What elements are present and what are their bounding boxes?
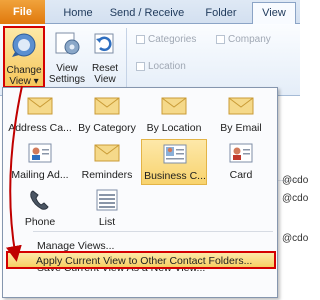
categories-label: Categories (148, 34, 197, 45)
view-phone[interactable]: Phone (7, 186, 73, 232)
reset-view-icon (94, 33, 114, 54)
view-settings-label-1: View (56, 63, 78, 74)
view-label: Address Ca... (8, 122, 72, 134)
view-address-cards[interactable]: Address Ca... (7, 92, 73, 138)
location-checkbox-icon (136, 62, 145, 71)
change-view-icon (12, 33, 36, 57)
ribbon-tab-bar: File Home Send / Receive Folder View (0, 0, 300, 24)
menu-separator (33, 231, 273, 232)
reset-view-label-2: View (94, 74, 116, 85)
view-label: Card (229, 169, 253, 181)
company-option[interactable]: Company (216, 34, 271, 45)
ribbon: Change View ▾ View Settings Reset View C… (0, 24, 300, 96)
change-view-label-1: Change (6, 65, 42, 76)
company-checkbox-icon (216, 35, 225, 44)
view-label: Mailing Ad... (11, 169, 69, 181)
contact-card-icon (229, 143, 253, 163)
change-view-label-2: View ▾ (9, 76, 39, 87)
view-settings-label-2: Settings (48, 74, 86, 85)
phone-icon (30, 190, 49, 210)
tab-file[interactable]: File (0, 0, 45, 24)
view-label: Reminders (81, 169, 133, 181)
envelope-icon (27, 97, 53, 115)
contact-email-2: @cdo (282, 193, 309, 204)
apply-view-label: Apply Current View to Other Contact Fold… (36, 255, 253, 267)
list-icon (96, 189, 118, 211)
view-business-card[interactable]: Business C... (141, 139, 207, 185)
change-view-button[interactable]: Change View ▾ (3, 26, 45, 88)
apply-view-menu-item[interactable]: Apply Current View to Other Contact Fold… (6, 251, 276, 269)
tab-home[interactable]: Home (56, 3, 100, 24)
contact-email-3: @cdo (282, 233, 309, 244)
view-settings-icon (55, 32, 80, 55)
view-card[interactable]: Card (208, 139, 274, 185)
ribbon-separator (126, 28, 127, 88)
view-label: List (98, 216, 116, 228)
location-option[interactable]: Location (136, 61, 186, 72)
view-list[interactable]: List (74, 186, 140, 232)
view-label: By Location (146, 122, 202, 134)
business-card-icon (163, 144, 187, 164)
view-label: Phone (24, 216, 56, 228)
tab-view[interactable]: View (252, 2, 296, 24)
view-by-category[interactable]: By Category (74, 92, 140, 138)
view-label: Business C... (144, 170, 206, 182)
view-by-email[interactable]: By Email (208, 92, 274, 138)
tab-send-receive[interactable]: Send / Receive (104, 3, 190, 24)
envelope-icon (161, 97, 187, 115)
contact-card-icon (28, 143, 52, 163)
tab-folder[interactable]: Folder (196, 3, 246, 24)
company-label: Company (228, 34, 271, 45)
view-label: By Email (220, 122, 262, 134)
reset-view-button[interactable]: Reset View (87, 26, 123, 88)
view-reminders[interactable]: Reminders (74, 139, 140, 185)
envelope-icon (228, 97, 254, 115)
view-settings-button[interactable]: View Settings (48, 26, 86, 88)
categories-option[interactable]: Categories (136, 34, 196, 45)
location-label: Location (148, 61, 186, 72)
view-label: By Category (78, 122, 136, 134)
view-mailing-address[interactable]: Mailing Ad... (7, 139, 73, 185)
view-by-location[interactable]: By Location (141, 92, 207, 138)
envelope-icon (94, 144, 120, 162)
reset-view-label-1: Reset (91, 63, 119, 74)
contact-email-1: @cdo (282, 175, 309, 186)
categories-checkbox-icon (136, 35, 145, 44)
envelope-icon (94, 97, 120, 115)
